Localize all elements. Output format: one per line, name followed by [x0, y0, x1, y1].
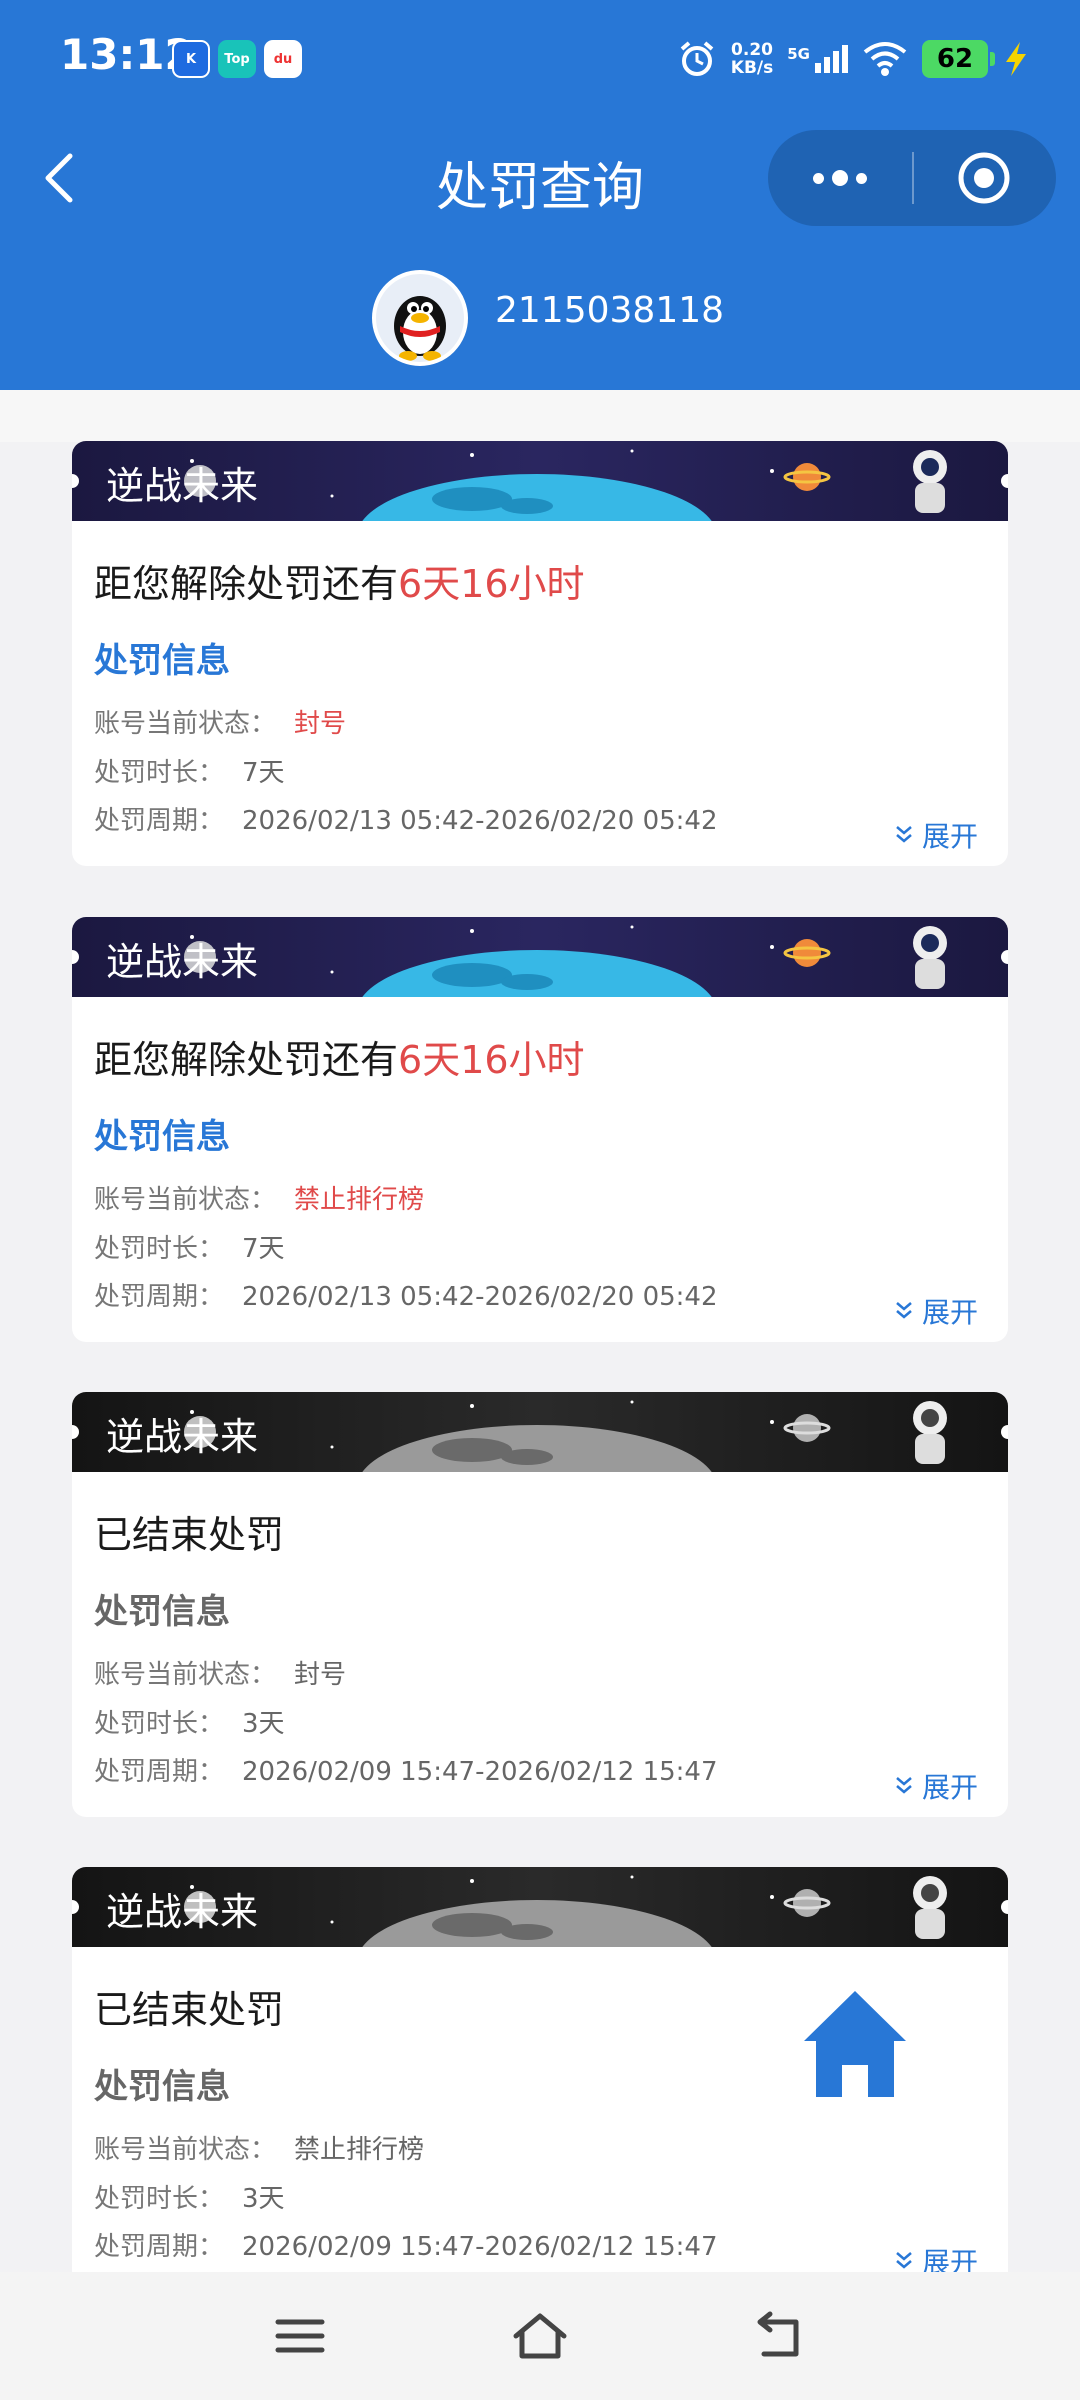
period-row: 处罚周期： 2026/02/09 15:47-2026/02/12 15:47 [94, 1751, 718, 1788]
punishment-headline: 已结束处罚 [94, 1504, 284, 1559]
app-du-icon: du [264, 40, 302, 78]
status-row: 账号当前状态： 禁止排行榜 [94, 1179, 424, 1216]
period-label: 处罚周期： [94, 2232, 225, 2262]
game-banner: 逆战未来 [72, 917, 1008, 997]
status-label: 账号当前状态： [94, 2135, 277, 2165]
period-row: 处罚周期： 2026/02/13 05:42-2026/02/20 05:42 [94, 800, 718, 837]
period-label: 处罚周期： [94, 1757, 225, 1787]
expand-label: 展开 [921, 1771, 978, 1804]
miniprogram-capsule [768, 130, 1056, 226]
period-value: 2026/02/09 15:47-2026/02/12 15:47 [242, 2232, 718, 2262]
battery-indicator: 62 [922, 40, 995, 78]
period-row: 处罚周期： 2026/02/13 05:42-2026/02/20 05:42 [94, 1276, 718, 1313]
header-bar: 13:12 K Top du 0.20 KB/s 5G 62 处罚查询 2115… [0, 0, 1080, 390]
period-value: 2026/02/13 05:42-2026/02/20 05:42 [242, 806, 718, 836]
headline-text: 已结束处罚 [94, 1988, 285, 2032]
expand-label: 展开 [921, 1296, 978, 1329]
game-banner: 逆战未来 [72, 1392, 1008, 1472]
status-label: 账号当前状态： [94, 709, 277, 739]
period-value: 2026/02/09 15:47-2026/02/12 15:47 [242, 1757, 718, 1787]
expand-button[interactable]: 展开 [894, 815, 978, 855]
punishment-card: 逆战未来 距您解除处罚还有6天16小时 处罚信息 账号当前状态： 封号 处罚时长： 7天 处罚… [72, 441, 1008, 866]
double-chevron-down-icon [896, 826, 912, 843]
duration-row: 处罚时长： 7天 [94, 752, 285, 789]
duration-value: 3天 [242, 1709, 285, 1739]
info-section-title: 处罚信息 [94, 2067, 230, 2107]
status-label: 账号当前状态： [94, 1660, 277, 1690]
header-spacer [0, 390, 1080, 442]
info-section-title: 处罚信息 [94, 1117, 230, 1157]
status-value: 封号 [294, 1660, 347, 1690]
game-banner: 逆战未来 [72, 1867, 1008, 1947]
duration-label: 处罚时长： [94, 2184, 225, 2214]
punishment-card: 逆战未来已结束处罚处罚信息账号当前状态： 封号处罚时长： 3天 处罚周期： 2026/0… [72, 1392, 1008, 1817]
duration-label: 处罚时长： [94, 758, 225, 788]
double-chevron-down-icon [896, 2252, 912, 2269]
duration-value: 3天 [242, 2184, 285, 2214]
duration-label: 处罚时长： [94, 1234, 225, 1264]
account-number: 2115038118 [495, 290, 725, 331]
status-label: 账号当前状态： [94, 1185, 277, 1215]
wifi-icon [863, 42, 907, 76]
net-speed-value: 0.20 [731, 40, 773, 60]
charging-bolt-icon [1006, 42, 1026, 76]
more-dots-icon[interactable] [768, 130, 912, 226]
banner-title: 逆战未来 [106, 1890, 259, 1934]
period-row: 处罚周期： 2026/02/09 15:47-2026/02/12 15:47 [94, 2226, 718, 2263]
status-row: 账号当前状态： 禁止排行榜 [94, 2129, 424, 2166]
signal-icon: 5G [787, 45, 848, 73]
banner-title: 逆战未来 [106, 464, 259, 508]
headline-text: 距您解除处罚还有 [94, 562, 399, 606]
alarm-icon [680, 41, 714, 76]
net-speed-unit: KB/s [730, 58, 774, 78]
avatar [372, 270, 468, 366]
expand-label: 展开 [921, 820, 978, 853]
net-speed: 0.20 KB/s [731, 41, 773, 77]
status-row: 账号当前状态： 封号 [94, 1654, 346, 1691]
menu-icon[interactable] [270, 2308, 330, 2364]
status-bar: 13:12 K Top du 0.20 KB/s 5G 62 [0, 0, 1080, 120]
banner-title: 逆战未来 [106, 1415, 259, 1459]
qq-penguin-icon [394, 296, 446, 361]
expand-button[interactable]: 展开 [894, 1291, 978, 1331]
banner-title: 逆战未来 [106, 940, 259, 984]
home-icon[interactable] [800, 1985, 910, 2105]
punishment-headline: 距您解除处罚还有6天16小时 [94, 1029, 585, 1084]
duration-row: 处罚时长： 3天 [94, 1703, 285, 1740]
headline-text: 已结束处罚 [94, 1513, 285, 1557]
app-top-icon: Top [218, 40, 256, 78]
system-nav-bar [0, 2272, 1080, 2400]
info-section-title: 处罚信息 [94, 641, 230, 681]
punishment-headline: 距您解除处罚还有6天16小时 [94, 553, 585, 608]
status-value: 禁止排行榜 [294, 1185, 425, 1215]
expand-button[interactable]: 展开 [894, 1766, 978, 1806]
status-row: 账号当前状态： 封号 [94, 703, 346, 740]
status-right-group: 0.20 KB/s 5G 62 [677, 36, 1030, 82]
home-outline-icon[interactable] [510, 2308, 570, 2364]
double-chevron-down-icon [896, 1777, 912, 1794]
info-section-title: 处罚信息 [94, 1592, 230, 1632]
status-value: 禁止排行榜 [294, 2135, 425, 2165]
period-value: 2026/02/13 05:42-2026/02/20 05:42 [242, 1282, 718, 1312]
network-type: 5G [787, 45, 810, 63]
period-label: 处罚周期： [94, 806, 225, 836]
punishment-headline: 已结束处罚 [94, 1979, 284, 2034]
duration-value: 7天 [242, 758, 285, 788]
period-label: 处罚周期： [94, 1282, 225, 1312]
back-arrow-icon[interactable] [750, 2308, 810, 2364]
duration-label: 处罚时长： [94, 1709, 225, 1739]
duration-value: 7天 [242, 1234, 285, 1264]
game-banner: 逆战未来 [72, 441, 1008, 521]
countdown-text: 6天16小时 [398, 1038, 585, 1082]
duration-row: 处罚时长： 7天 [94, 1228, 285, 1265]
target-circle-icon[interactable] [912, 130, 1056, 226]
headline-text: 距您解除处罚还有 [94, 1038, 399, 1082]
double-chevron-down-icon [896, 1302, 912, 1319]
countdown-text: 6天16小时 [398, 562, 585, 606]
status-value: 封号 [294, 709, 347, 739]
app-k-icon: K [172, 40, 210, 78]
duration-row: 处罚时长： 3天 [94, 2178, 285, 2215]
punishment-card: 逆战未来距您解除处罚还有6天16小时处罚信息账号当前状态： 禁止排行榜处罚时长： 7… [72, 917, 1008, 1342]
